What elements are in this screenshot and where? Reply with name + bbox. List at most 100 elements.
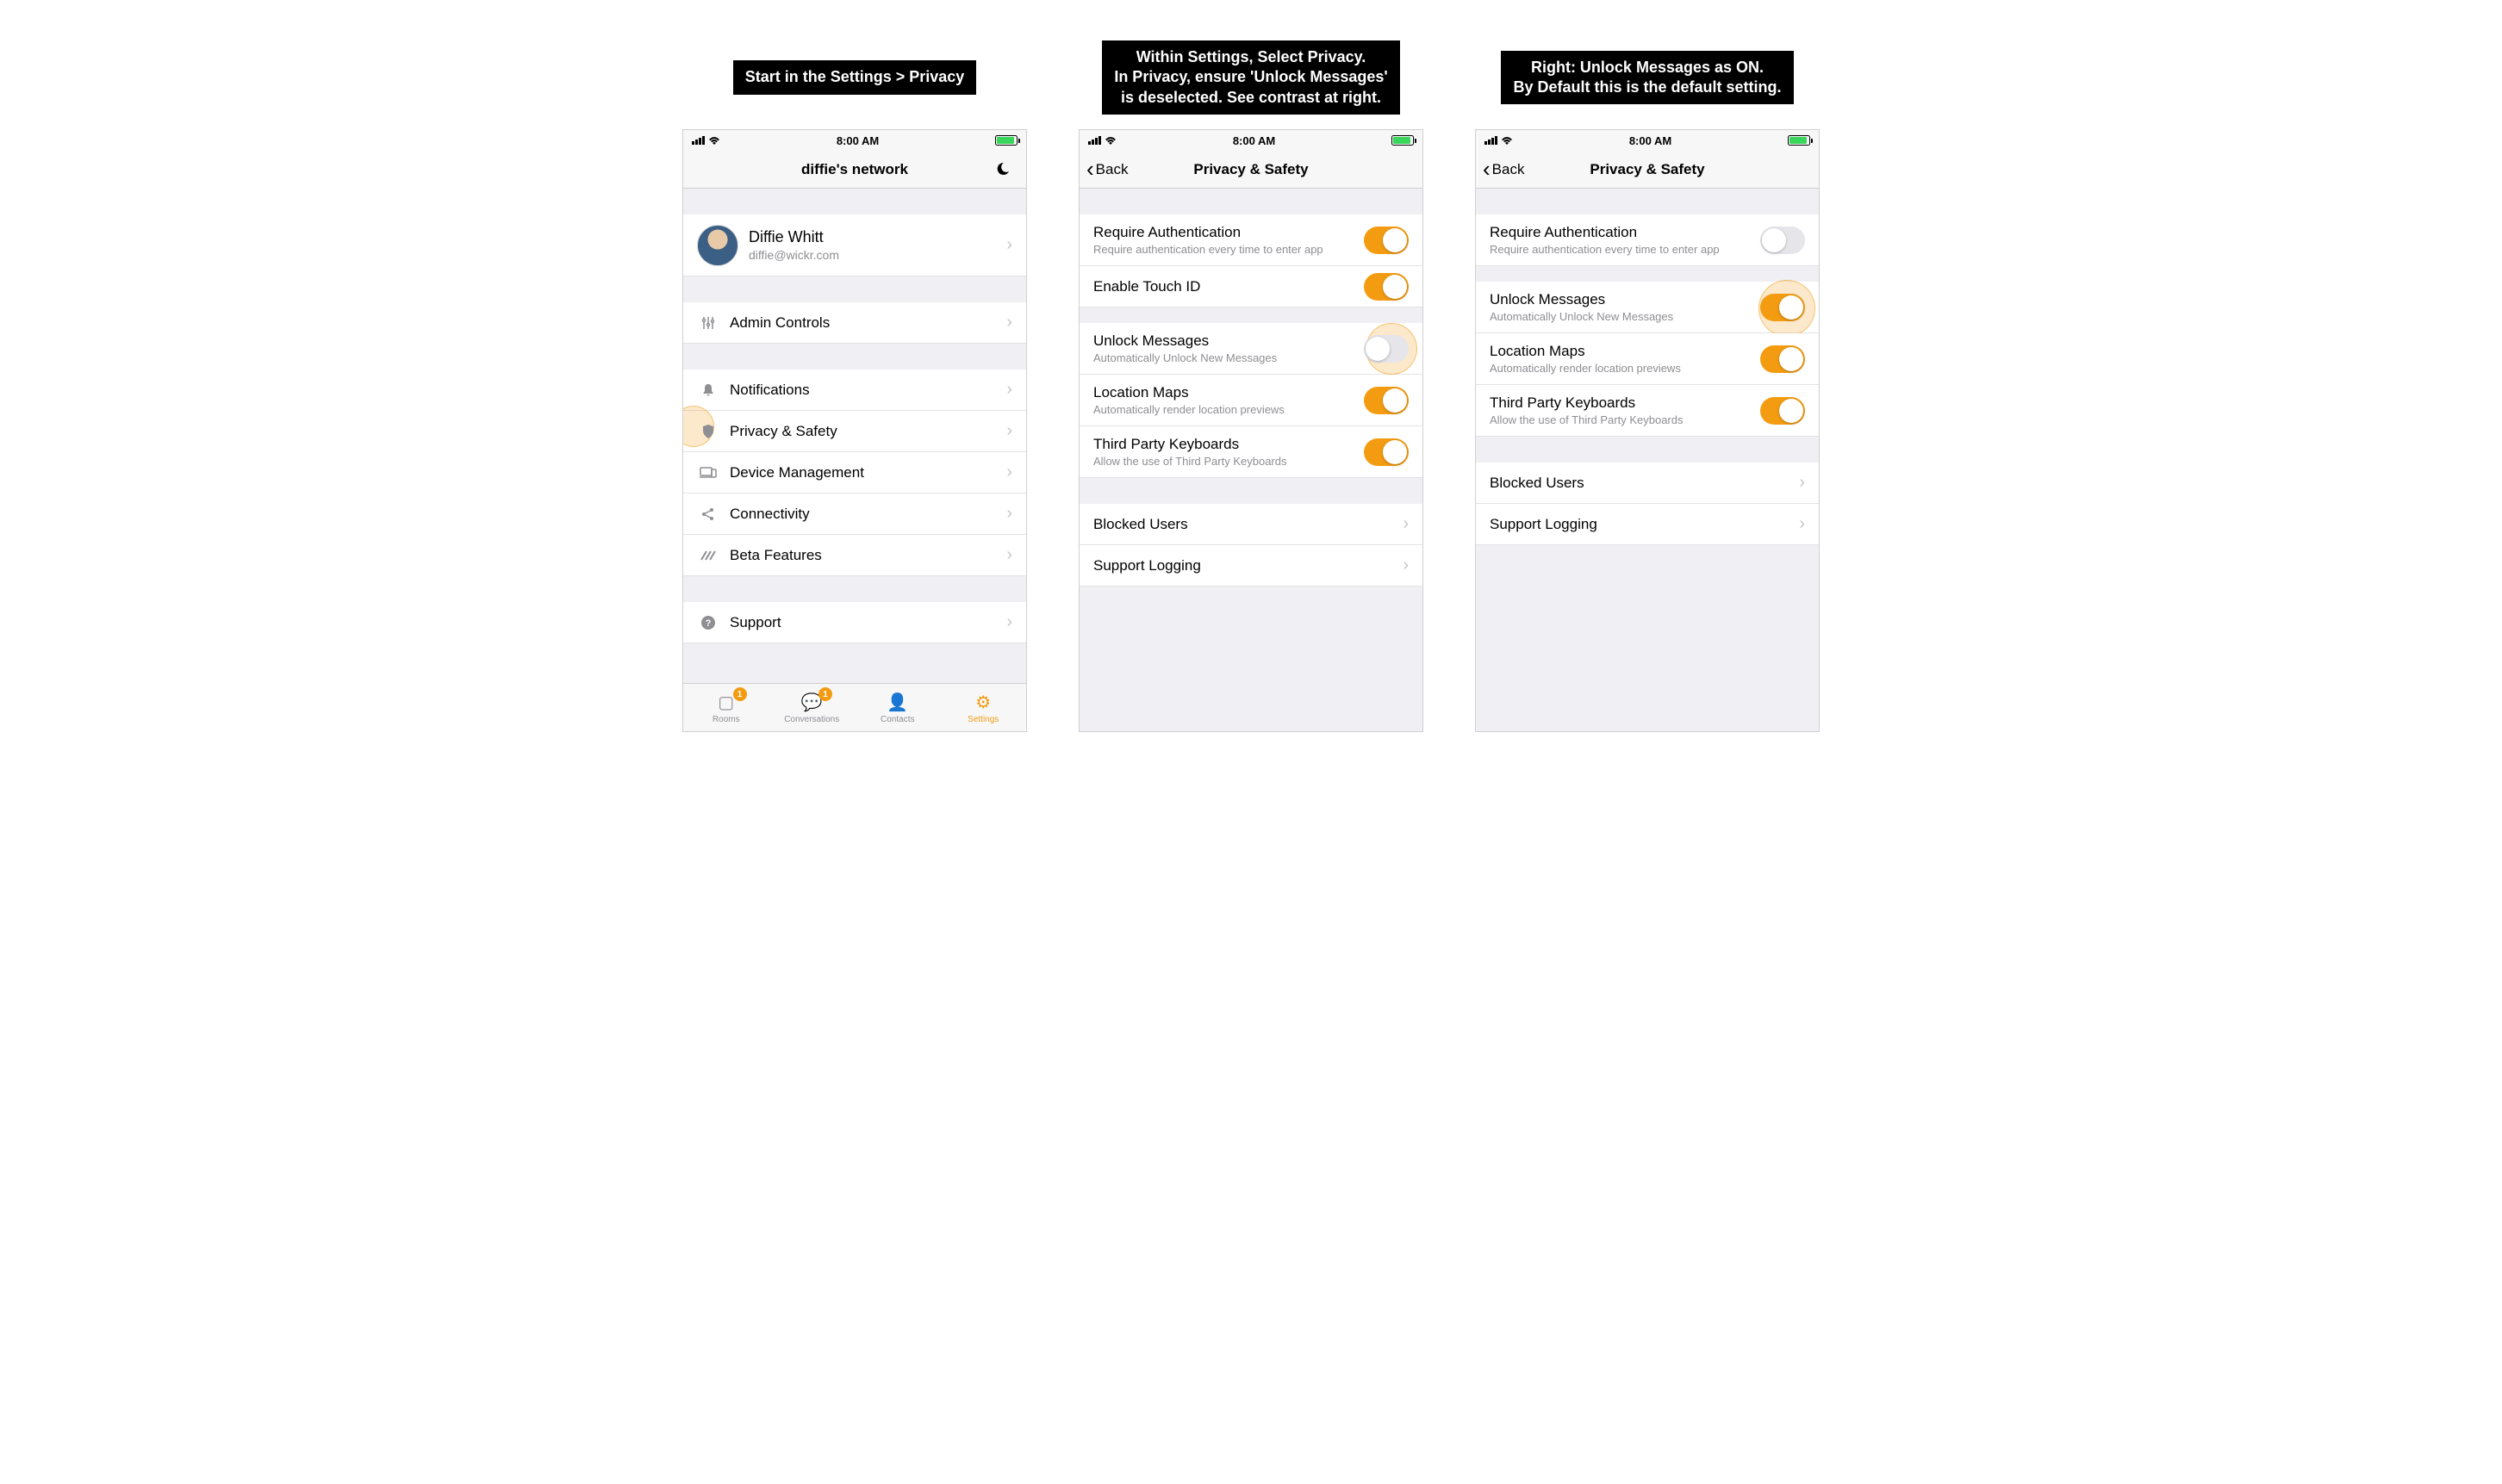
chevron-right-icon: › [1006, 545, 1012, 565]
row-title: Location Maps [1093, 384, 1364, 401]
row-label: Notifications [730, 382, 810, 399]
chevron-right-icon: › [1006, 612, 1012, 632]
row-unlock-messages: Unlock MessagesAutomatically Unlock New … [1080, 323, 1422, 375]
row-label: Connectivity [730, 506, 810, 523]
tab-rooms[interactable]: ▢ Rooms 1 [683, 684, 769, 731]
row-title: Third Party Keyboards [1490, 394, 1760, 412]
sliders-icon [697, 315, 719, 331]
profile-name: Diffie Whitt [749, 228, 839, 246]
tab-label: Conversations [784, 715, 839, 724]
row-blocked-users[interactable]: Blocked Users › [1080, 504, 1422, 545]
tab-label: Rooms [713, 715, 740, 724]
toggle-touch-id[interactable] [1364, 273, 1409, 301]
tab-label: Settings [968, 715, 999, 724]
nav-title: Privacy & Safety [1193, 161, 1308, 178]
back-button[interactable]: ‹Back [1086, 156, 1128, 183]
row-label: Support Logging [1093, 557, 1201, 574]
row-third-party-keyboards: Third Party Keyboards Allow the use of Th… [1080, 426, 1422, 478]
chevron-right-icon: › [1006, 504, 1012, 524]
wifi-icon [1105, 136, 1117, 146]
status-bar: 8:00 AM [1476, 130, 1819, 151]
row-unlock-messages: Unlock MessagesAutomatically Unlock New … [1476, 282, 1819, 333]
row-label: Admin Controls [730, 314, 830, 332]
status-bar: 8:00 AM [683, 130, 1026, 151]
nav-bar: ‹Back Privacy & Safety [1476, 151, 1819, 189]
chevron-right-icon: › [1006, 463, 1012, 482]
row-support-logging[interactable]: Support Logging › [1476, 504, 1819, 545]
signal-icon [1484, 136, 1497, 145]
toggle-keyboards[interactable] [1760, 397, 1805, 425]
row-label: Support Logging [1490, 516, 1597, 533]
tab-label: Contacts [881, 715, 914, 724]
row-subtitle: Require authentication every time to ent… [1093, 243, 1364, 256]
contact-icon: 👤 [887, 692, 908, 713]
row-title: Require Authentication [1490, 224, 1760, 241]
row-blocked-users[interactable]: Blocked Users › [1476, 463, 1819, 504]
row-subtitle: Require authentication every time to ent… [1490, 243, 1760, 256]
screen-settings: 8:00 AM diffie's network Diffie Whitt di… [682, 129, 1027, 732]
badge: 1 [818, 687, 832, 701]
tab-conversations[interactable]: 💬 Conversations 1 [769, 684, 856, 731]
row-notifications[interactable]: Notifications › [683, 369, 1026, 411]
row-beta-features[interactable]: Beta Features › [683, 535, 1026, 576]
profile-email: diffie@wickr.com [749, 248, 839, 262]
battery-icon [1788, 135, 1810, 146]
screen-privacy-on: 8:00 AM ‹Back Privacy & Safety Require A… [1475, 129, 1820, 732]
status-bar: 8:00 AM [1080, 130, 1422, 151]
back-button[interactable]: ‹Back [1483, 156, 1524, 183]
screen-privacy-off: 8:00 AM ‹Back Privacy & Safety Require A… [1079, 129, 1423, 732]
row-label: Support [730, 614, 781, 631]
toggle-keyboards[interactable] [1364, 438, 1409, 466]
nav-title: diffie's network [801, 161, 908, 178]
toggle-require-auth[interactable] [1364, 227, 1409, 254]
row-title: Third Party Keyboards [1093, 436, 1364, 453]
row-require-auth: Require Authentication Require authentica… [1476, 214, 1819, 266]
chevron-right-icon: › [1006, 235, 1012, 255]
shield-icon [697, 424, 719, 439]
bell-icon [697, 382, 719, 398]
chevron-right-icon: › [1006, 421, 1012, 441]
toggle-location-maps[interactable] [1364, 387, 1409, 414]
status-time: 8:00 AM [837, 134, 879, 147]
chevron-right-icon: › [1799, 473, 1805, 493]
row-subtitle: Automatically render location previews [1093, 403, 1364, 416]
row-label: Beta Features [730, 547, 822, 564]
caption-2: Within Settings, Select Privacy. In Priv… [1102, 40, 1399, 115]
back-label: Back [1492, 161, 1525, 178]
toggle-location-maps[interactable] [1760, 345, 1805, 373]
toggle-unlock-messages[interactable] [1364, 335, 1409, 363]
svg-text:?: ? [706, 618, 712, 629]
profile-row[interactable]: Diffie Whitt diffie@wickr.com › [683, 214, 1026, 276]
row-subtitle: Allow the use of Third Party Keyboards [1093, 455, 1364, 468]
row-subtitle: Automatically Unlock New Messages [1093, 351, 1364, 364]
toggle-unlock-messages[interactable] [1760, 294, 1805, 321]
moon-icon[interactable] [997, 161, 1014, 178]
row-location-maps: Location Maps Automatically render locati… [1476, 333, 1819, 385]
chevron-right-icon: › [1799, 514, 1805, 534]
row-title: Location Maps [1490, 343, 1760, 360]
row-label: Blocked Users [1490, 475, 1584, 492]
row-device-management[interactable]: Device Management › [683, 452, 1026, 494]
toggle-require-auth[interactable] [1760, 227, 1805, 254]
gear-icon: ⚙ [975, 692, 991, 713]
row-privacy-safety[interactable]: Privacy & Safety › [683, 411, 1026, 452]
tab-contacts[interactable]: 👤 Contacts [855, 684, 941, 731]
row-connectivity[interactable]: Connectivity › [683, 494, 1026, 535]
chevron-right-icon: › [1403, 514, 1409, 534]
row-require-auth: Require AuthenticationRequire authentica… [1080, 214, 1422, 266]
chevron-left-icon: ‹ [1086, 156, 1094, 183]
caption-1: Start in the Settings > Privacy [733, 60, 977, 94]
row-admin-controls[interactable]: Admin Controls › [683, 302, 1026, 344]
chevron-right-icon: › [1403, 556, 1409, 575]
battery-icon [1391, 135, 1414, 146]
signal-icon [692, 136, 705, 145]
caption-3: Right: Unlock Messages as ON. By Default… [1501, 51, 1793, 105]
row-label: Device Management [730, 464, 864, 481]
nav-bar: diffie's network [683, 151, 1026, 189]
row-title: Enable Touch ID [1093, 278, 1200, 295]
row-support-logging[interactable]: Support Logging › [1080, 545, 1422, 587]
row-subtitle: Allow the use of Third Party Keyboards [1490, 413, 1760, 426]
tab-settings[interactable]: ⚙ Settings [941, 684, 1027, 731]
row-subtitle: Automatically render location previews [1490, 362, 1760, 375]
row-support[interactable]: ? Support › [683, 602, 1026, 643]
